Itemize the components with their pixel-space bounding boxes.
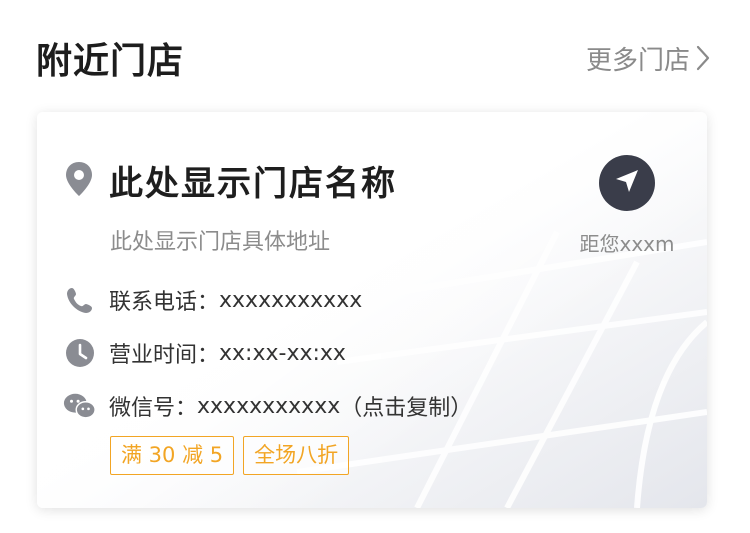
more-stores-link[interactable]: 更多门店 bbox=[586, 40, 710, 77]
promo-tag: 满 30 减 5 bbox=[110, 436, 235, 475]
more-stores-label: 更多门店 bbox=[585, 45, 690, 76]
navigate-button[interactable] bbox=[599, 155, 655, 211]
store-distance: 距您xxxm bbox=[579, 232, 675, 256]
hours-value: xx:xx-xx:xx bbox=[219, 340, 346, 366]
wechat-value: xxxxxxxxxxx bbox=[197, 393, 341, 419]
location-pin-icon bbox=[63, 161, 95, 201]
section-header: 附近门店 更多门店 bbox=[36, 30, 710, 86]
section-title: 附近门店 bbox=[36, 41, 185, 82]
store-card[interactable]: 此处显示门店名称 此处显示门店具体地址 距您xxxm 联系电话： xxxxxxxx… bbox=[37, 112, 707, 508]
nearby-stores-section: 附近门店 更多门店 此处显示门店名称 此处显示门店具体地址 距您xxxm 联系电… bbox=[0, 0, 750, 533]
wechat-label: 微信号： bbox=[109, 396, 198, 421]
wechat-row[interactable]: 微信号： xxxxxxxxxxx （点击复制） bbox=[63, 390, 472, 422]
navigation-arrow-icon bbox=[613, 167, 641, 199]
clock-icon bbox=[63, 338, 97, 368]
promo-tag: 全场八折 bbox=[243, 436, 350, 475]
phone-icon bbox=[63, 285, 97, 315]
phone-row[interactable]: 联系电话： xxxxxxxxxxx bbox=[63, 284, 362, 316]
wechat-icon bbox=[63, 391, 97, 421]
chevron-right-icon bbox=[696, 45, 710, 71]
store-name-row: 此处显示门店名称 bbox=[63, 156, 397, 205]
store-address: 此处显示门店具体地址 bbox=[110, 230, 331, 255]
store-name: 此处显示门店名称 bbox=[109, 164, 397, 204]
hours-row: 营业时间： xx:xx-xx:xx bbox=[63, 337, 346, 369]
copy-hint[interactable]: （点击复制） bbox=[340, 390, 472, 422]
phone-label: 联系电话： bbox=[109, 290, 220, 315]
promo-tags: 满 30 减 5 全场八折 bbox=[110, 436, 350, 475]
phone-value: xxxxxxxxxxx bbox=[219, 287, 363, 313]
hours-label: 营业时间： bbox=[109, 343, 220, 368]
